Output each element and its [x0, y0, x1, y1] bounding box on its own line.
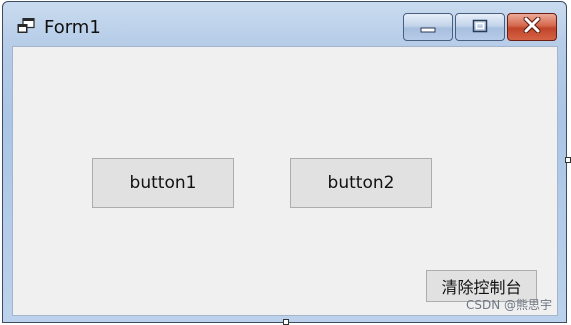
close-icon — [523, 16, 541, 37]
button2[interactable]: button2 — [290, 158, 432, 208]
watermark: CSDN @熊思宇 — [465, 298, 552, 312]
window-title: Form1 — [44, 17, 101, 38]
minimize-button[interactable] — [403, 13, 453, 41]
resize-handle-right[interactable] — [565, 157, 571, 163]
resize-handle-bottom[interactable] — [283, 319, 289, 325]
maximize-icon — [472, 18, 488, 37]
maximize-button[interactable] — [455, 13, 505, 41]
form-window: Form1 button1 button2 清除控制台 CSDN @熊思宇 — [2, 1, 567, 323]
minimize-icon — [420, 18, 436, 37]
title-bar[interactable]: Form1 — [3, 2, 566, 44]
close-button[interactable] — [507, 13, 557, 41]
form-client-area: button1 button2 清除控制台 — [12, 46, 558, 316]
window-app-icon[interactable] — [17, 17, 35, 34]
button1[interactable]: button1 — [92, 158, 234, 208]
